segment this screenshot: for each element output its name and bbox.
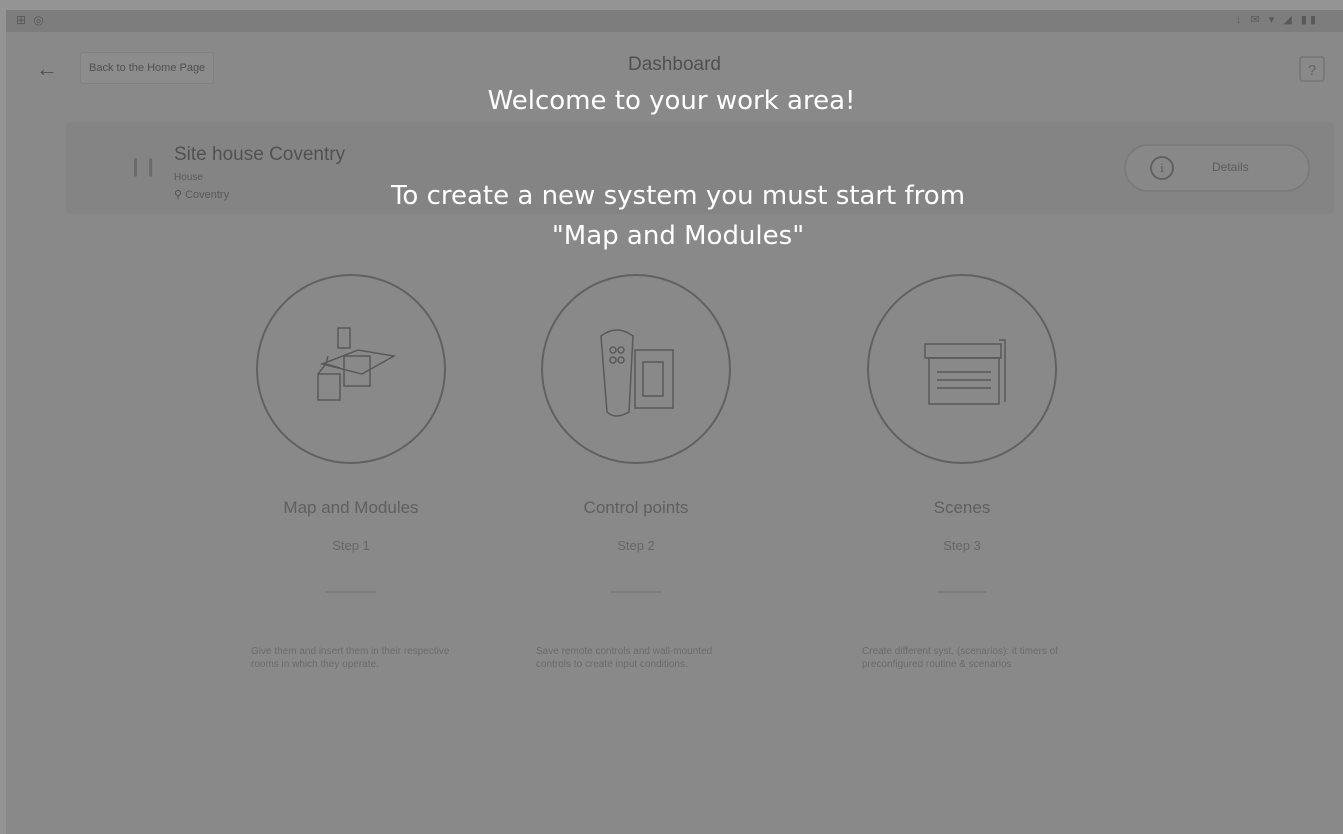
step-circle[interactable] [867, 274, 1057, 464]
step-title: Scenes [933, 498, 991, 517]
step-scenes[interactable]: Scenes Step 3 Create different syst. (sc… [832, 274, 1092, 671]
details-label: Details [1212, 160, 1249, 174]
scenes-icon [924, 339, 1006, 405]
divider [937, 591, 987, 593]
step-circle[interactable] [541, 274, 731, 464]
step-control-points[interactable]: Control points Step 2 Save remote contro… [506, 274, 766, 671]
help-button[interactable]: ? [1299, 56, 1325, 82]
location-pin-icon: ⚲ [174, 189, 183, 201]
step-number: Step 2 [617, 538, 655, 553]
site-card: ❙❙ Site house Coventry House ⚲ Coventry i… [66, 122, 1334, 214]
site-type: House [174, 172, 203, 183]
page-title: Dashboard [628, 54, 721, 75]
step-map-and-modules[interactable]: Map and Modules Step 1 Give them and ins… [221, 274, 481, 671]
step-number: Step 3 [943, 538, 981, 553]
step-circle[interactable] [256, 274, 446, 464]
status-icons-left: ⊞ ◎ [16, 13, 46, 27]
status-bar: ⊞ ◎ ↓ ✉ ▾ ◢ ▮▮ [6, 10, 1343, 32]
step-description: Create different syst. (scenarios): it t… [862, 646, 1058, 670]
map-modules-icon [317, 327, 397, 401]
step-number: Step 1 [332, 538, 370, 553]
top-bar: ← Back to the Home Page Dashboard ? [6, 52, 1343, 88]
step-description: Give them and insert them in their respe… [251, 646, 450, 670]
status-icons-right: ↓ ✉ ▾ ◢ ▮▮ [1235, 14, 1319, 26]
site-city: ⚲ Coventry [174, 188, 229, 201]
divider [611, 591, 661, 593]
step-title: Map and Modules [283, 498, 419, 517]
site-expand-icon[interactable]: ❙❙ [128, 156, 158, 177]
app-window: ⊞ ◎ ↓ ✉ ▾ ◢ ▮▮ ← Back to the Home Page D… [6, 10, 1343, 834]
details-button[interactable]: i Details [1124, 144, 1310, 192]
info-icon: i [1150, 156, 1174, 180]
step-title: Control points [583, 498, 689, 517]
divider [326, 591, 376, 593]
site-city-label: Coventry [185, 189, 230, 201]
site-name: Site house Coventry [174, 144, 346, 165]
help-icon: ? [1307, 62, 1317, 79]
step-description: Save remote controls and wall-mounted co… [536, 646, 713, 670]
remote-control-icon [600, 329, 674, 417]
